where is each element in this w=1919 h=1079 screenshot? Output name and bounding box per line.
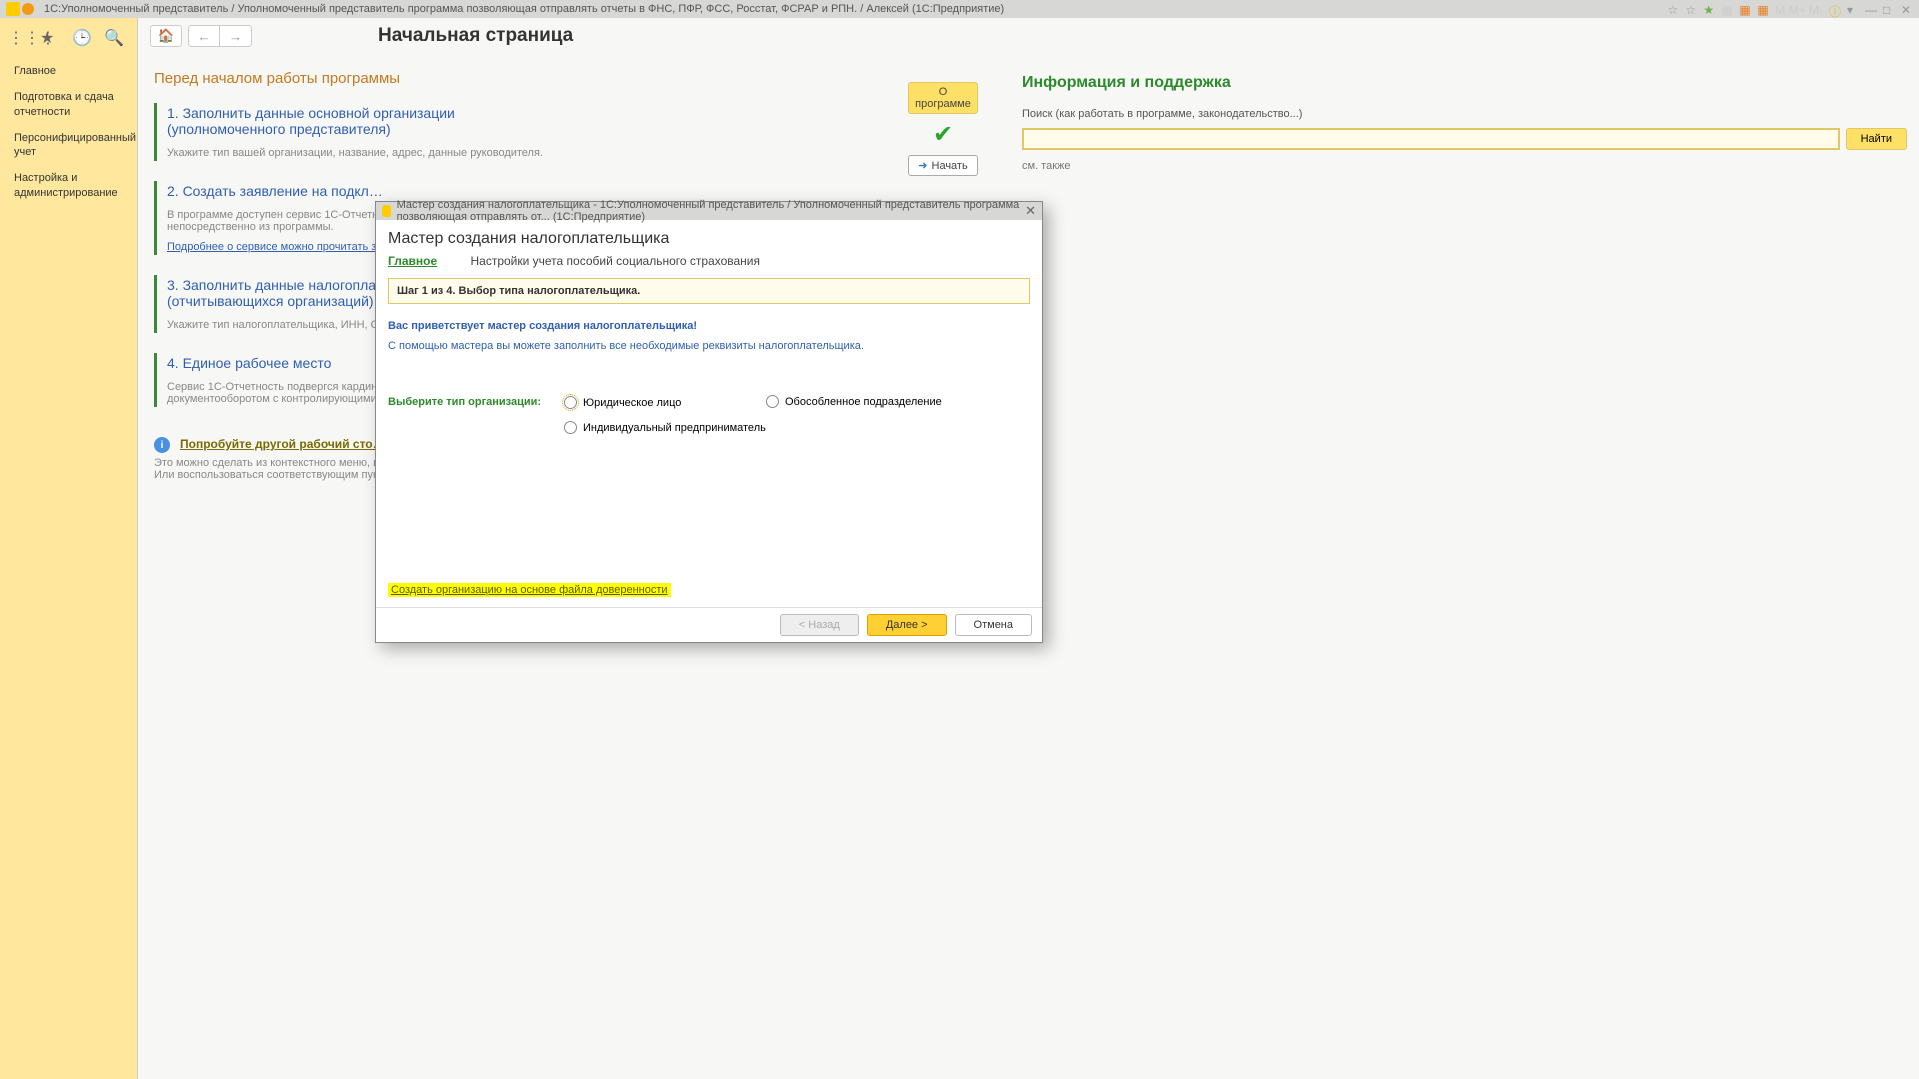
next-button[interactable]: Далее > [867, 614, 947, 636]
forward-button[interactable]: → [220, 25, 252, 47]
info-label: Поиск (как работать в программе, законод… [1022, 108, 1907, 120]
sidebar-item-label: Подготовка и сдача отчетности [14, 91, 114, 117]
org-type-label: Выберите тип организации: [388, 396, 564, 408]
radio-label: Юридическое лицо [583, 397, 681, 409]
modal-titlebar: Мастер создания налогоплательщика - 1С:У… [376, 202, 1042, 220]
arrow-icon: ➜ [918, 160, 927, 172]
toolbar-icon-1[interactable]: ☆ [1667, 3, 1679, 15]
radio-icon [766, 395, 779, 408]
maximize-icon[interactable]: □ [1883, 3, 1895, 15]
about-block: О программе ✔ ➜Начать [908, 82, 978, 176]
main-toolbar: 🏠 ← → Начальная страница [138, 18, 1919, 54]
sidebar-item-admin[interactable]: Настройка и администрирование [0, 165, 137, 206]
see-also: см. также [1022, 160, 1907, 172]
modal-body: Мастер создания налогоплательщика Главно… [376, 220, 1042, 607]
star-icon[interactable]: ★ [40, 28, 56, 44]
mm-text: M M+ M- [1775, 3, 1823, 15]
minimize-icon[interactable]: — [1865, 3, 1877, 15]
step-1-desc: Укажите тип вашей организации, название,… [167, 147, 998, 159]
sidebar-item-main[interactable]: Главное [0, 58, 137, 84]
page-title: Начальная страница [378, 25, 573, 47]
home-button[interactable]: 🏠 [150, 25, 182, 47]
cancel-button[interactable]: Отмена [955, 614, 1032, 636]
toolbar-icon-2[interactable]: ☆ [1685, 3, 1697, 15]
check-icon: ✔ [908, 120, 978, 149]
search-input[interactable] [1022, 128, 1840, 150]
radio-label: Индивидуальный предприниматель [583, 422, 766, 434]
app-icon-secondary [22, 3, 34, 15]
modal-tab-settings[interactable]: Настройки учета пособий социального стра… [470, 254, 760, 268]
modal-heading: Мастер создания налогоплательщика [388, 230, 1030, 248]
radio-icon [564, 396, 577, 409]
radio-separate-division[interactable]: Обособленное подразделение [766, 395, 942, 408]
wizard-subtext: С помощью мастера вы можете заполнить вс… [388, 340, 1030, 352]
sidebar: ⋮⋮⋮ ★ 🕒 🔍 Главное Подготовка и сдача отч… [0, 18, 138, 1079]
radio-icon [564, 421, 577, 434]
step-2-title[interactable]: 2. Создать заявление на подкл… [167, 183, 998, 199]
radio-individual-entrepreneur[interactable]: Индивидуальный предприниматель [564, 421, 766, 434]
toolbar-icon-5[interactable]: ▦ [1739, 3, 1751, 15]
close-icon[interactable]: ✕ [1901, 3, 1913, 15]
clipboard-icon[interactable]: 🕒 [72, 28, 88, 44]
search-icon[interactable]: 🔍 [104, 28, 120, 44]
grid-icon[interactable]: ⋮⋮⋮ [8, 28, 24, 44]
help-icon[interactable]: ⓘ [1829, 3, 1841, 15]
step-1: 1. Заполнить данные основной организации… [154, 103, 998, 161]
sidebar-item-label: Персонифицированный учет [14, 132, 136, 158]
toolbar-icon-4[interactable]: ▦ [1721, 3, 1733, 15]
radio-legal-entity[interactable]: Юридическое лицо [564, 396, 766, 409]
back-button: < Назад [780, 614, 859, 636]
about-button[interactable]: О программе [908, 82, 978, 114]
sidebar-item-reports[interactable]: Подготовка и сдача отчетности [0, 84, 137, 125]
modal-close-icon[interactable]: ✕ [1025, 203, 1036, 219]
step-band: Шаг 1 из 4. Выбор типа налогоплательщика… [388, 278, 1030, 304]
back-button[interactable]: ← [188, 25, 220, 47]
wizard-greeting: Вас приветствует мастер создания налогоп… [388, 320, 1030, 332]
sidebar-nav: Главное Подготовка и сдача отчетности Пе… [0, 54, 137, 210]
modal-footer: < Назад Далее > Отмена [376, 607, 1042, 642]
chevron-down-icon[interactable]: ▾ [1847, 3, 1859, 15]
app-icon [6, 2, 20, 16]
toolbar-icon-3[interactable]: ★ [1703, 3, 1715, 15]
step-1-title[interactable]: 1. Заполнить данные основной организации… [167, 105, 998, 137]
start-button[interactable]: ➜Начать [908, 155, 978, 176]
info-panel: Информация и поддержка Поиск (как работа… [1022, 74, 1907, 172]
window-title: 1С:Уполномоченный представитель / Уполно… [44, 3, 1004, 15]
sidebar-toolbar: ⋮⋮⋮ ★ 🕒 🔍 [0, 18, 137, 54]
sidebar-item-label: Настройка и администрирование [14, 172, 118, 198]
window-titlebar: 1С:Уполномоченный представитель / Уполно… [0, 0, 1919, 18]
sidebar-item-label: Главное [14, 65, 56, 77]
modal-app-icon [382, 205, 391, 217]
create-from-file-link[interactable]: Создать организацию на основе файла дове… [388, 583, 671, 597]
toolbar-icon-6[interactable]: ▦ [1757, 3, 1769, 15]
try-heading[interactable]: Попробуйте другой рабочий сто… [180, 437, 385, 451]
step-2-link[interactable]: Подробнее о сервисе можно прочитать здес… [167, 241, 400, 253]
taxpayer-wizard-modal: Мастер создания налогоплательщика - 1С:У… [375, 201, 1043, 643]
modal-tab-main[interactable]: Главное [388, 254, 437, 268]
info-icon: i [154, 437, 170, 453]
search-button[interactable]: Найти [1846, 128, 1907, 150]
info-heading: Информация и поддержка [1022, 74, 1907, 92]
radio-label: Обособленное подразделение [785, 396, 942, 408]
sidebar-item-personified[interactable]: Персонифицированный учет [0, 125, 137, 166]
section-heading: Перед началом работы программы [154, 70, 998, 87]
